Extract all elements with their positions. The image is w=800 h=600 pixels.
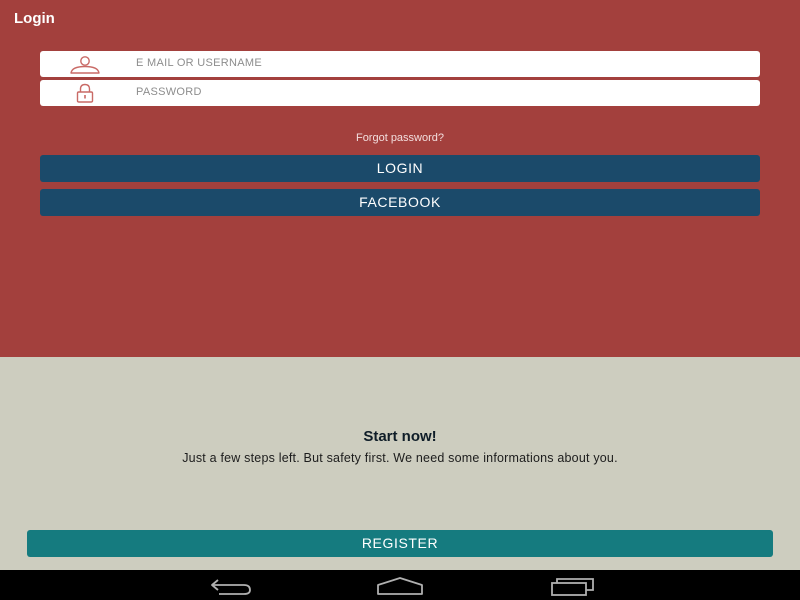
home-icon[interactable] — [375, 574, 425, 596]
username-placeholder: E MAIL OR USERNAME — [136, 57, 263, 69]
page-title: Login — [14, 10, 55, 27]
start-now-description: Just a few steps left. But safety first.… — [182, 451, 618, 465]
forgot-password-link[interactable]: Forgot password? — [0, 132, 800, 144]
login-panel: Login E MAIL OR USERNAME PASSWORD Forgot… — [0, 0, 800, 357]
register-button[interactable]: REGISTER — [27, 530, 773, 557]
password-placeholder: PASSWORD — [136, 86, 202, 98]
login-button[interactable]: LOGIN — [40, 155, 760, 182]
recent-apps-icon[interactable] — [547, 574, 597, 596]
password-field[interactable]: PASSWORD — [40, 80, 760, 106]
back-icon[interactable] — [204, 574, 254, 596]
system-navigation-bar — [0, 570, 800, 600]
lock-icon — [76, 83, 94, 103]
user-icon — [70, 56, 100, 74]
username-field[interactable]: E MAIL OR USERNAME — [40, 51, 760, 77]
start-now-heading: Start now! — [363, 428, 437, 445]
facebook-button[interactable]: FACEBOOK — [40, 189, 760, 216]
